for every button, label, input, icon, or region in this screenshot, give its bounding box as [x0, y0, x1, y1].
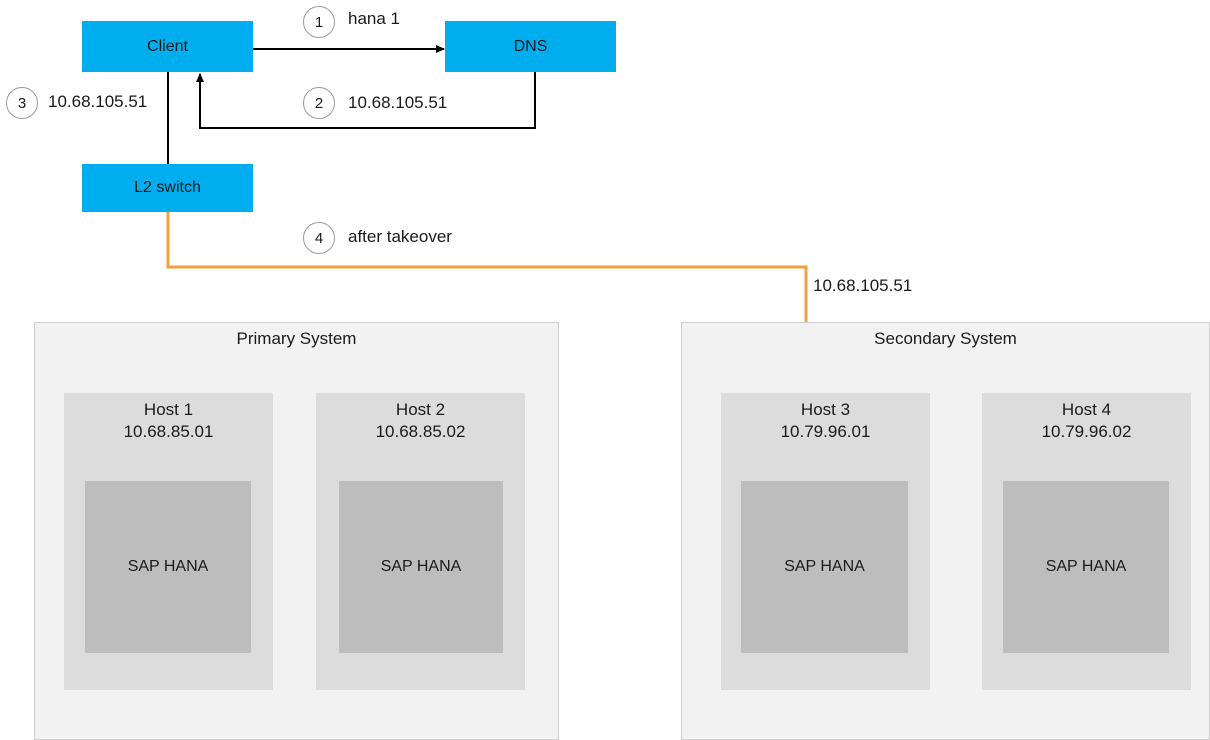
- step-2-label: 10.68.105.51: [348, 93, 448, 112]
- step-2-number: 2: [314, 94, 324, 112]
- host-4-db-label: SAP HANA: [1045, 558, 1127, 575]
- step-3-badge: 3: [6, 87, 38, 119]
- host-1: Host 1 10.68.85.01 SAP HANA: [64, 393, 273, 690]
- step-3-label: 10.68.105.51: [48, 92, 148, 111]
- host-2-name: Host 2: [395, 400, 446, 419]
- host-3-name: Host 3: [800, 400, 851, 419]
- host-1-sap-hana: SAP HANA: [85, 481, 251, 653]
- step-1-badge: 1: [303, 6, 335, 38]
- primary-system: Primary System Host 1 10.68.85.01 SAP HA…: [34, 322, 559, 740]
- secondary-system-title: Secondary System: [874, 329, 1017, 348]
- host-3-db-label: SAP HANA: [784, 558, 865, 575]
- secondary-system: Secondary System Host 3 10.79.96.01 SAP …: [681, 322, 1210, 740]
- host-2: Host 2 10.68.85.02 SAP HANA: [316, 393, 525, 690]
- host-2-ip: 10.68.85.02: [375, 422, 466, 441]
- step-4-badge: 4: [303, 222, 335, 254]
- host-2-db-label: SAP HANA: [380, 558, 462, 575]
- step-4-label: after takeover: [348, 227, 452, 246]
- host-1-name: Host 1: [143, 400, 194, 419]
- step-1-label: hana 1: [348, 9, 400, 28]
- host-3: Host 3 10.79.96.01 SAP HANA: [721, 393, 930, 690]
- virtual-ip-label: 10.68.105.51: [813, 276, 913, 295]
- host-4-ip: 10.79.96.02: [1041, 422, 1132, 441]
- step-3-number: 3: [17, 94, 27, 112]
- l2-switch-node: L2 switch: [82, 164, 253, 212]
- l2-switch-label: L2 switch: [134, 179, 201, 196]
- dns-node: DNS: [445, 21, 616, 72]
- host-1-ip: 10.68.85.01: [123, 422, 214, 441]
- host-4-name: Host 4: [1061, 400, 1112, 419]
- step-1-number: 1: [314, 13, 324, 31]
- host-3-sap-hana: SAP HANA: [741, 481, 908, 653]
- host-2-sap-hana: SAP HANA: [339, 481, 503, 653]
- host-1-db-label: SAP HANA: [127, 558, 209, 575]
- dns-label: DNS: [513, 37, 548, 55]
- step-2-badge: 2: [303, 87, 335, 119]
- primary-system-title: Primary System: [236, 329, 357, 348]
- host-4-sap-hana: SAP HANA: [1003, 481, 1169, 653]
- client-node: Client: [82, 21, 253, 72]
- client-label: Client: [147, 37, 188, 55]
- step-4-number: 4: [314, 229, 324, 247]
- host-3-ip: 10.79.96.01: [780, 422, 871, 441]
- host-4: Host 4 10.79.96.02 SAP HANA: [982, 393, 1191, 690]
